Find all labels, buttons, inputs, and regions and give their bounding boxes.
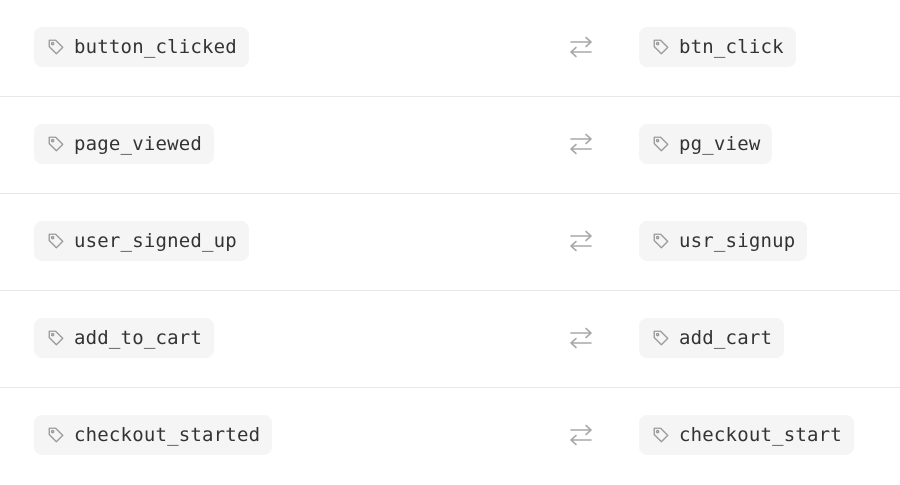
arrows-swap-icon [568,132,594,156]
source-event-tag[interactable]: checkout_started [34,415,273,455]
mapping-row: button_clicked btn_click [0,0,900,97]
tag-icon [651,328,671,348]
tag-icon [46,231,66,251]
target-event-label: btn_click [679,36,784,58]
source-event-label: add_to_cart [74,327,203,349]
mapping-row: add_to_cart add_cart [0,291,900,388]
arrows-swap-icon [568,229,594,253]
target-event-tag[interactable]: checkout_start [639,415,854,455]
source-event-label: user_signed_up [74,230,237,252]
target-event-tag[interactable]: pg_view [639,124,773,164]
tag-icon [651,134,671,154]
target-event-label: checkout_start [679,424,842,446]
arrows-swap-icon [568,326,594,350]
tag-icon [46,328,66,348]
mapping-row: checkout_started checkout_start [0,388,900,485]
source-event-tag[interactable]: page_viewed [34,124,215,164]
tag-icon [651,425,671,445]
tag-icon [651,37,671,57]
tag-icon [651,231,671,251]
mapping-row: page_viewed pg_view [0,97,900,194]
mapping-row: user_signed_up usr_signup [0,194,900,291]
source-event-label: button_clicked [74,36,237,58]
target-event-label: add_cart [679,327,773,349]
target-event-label: pg_view [679,133,761,155]
target-event-label: usr_signup [679,230,796,252]
source-event-tag[interactable]: button_clicked [34,27,249,67]
tag-icon [46,37,66,57]
arrows-swap-icon [568,35,594,59]
tag-icon [46,425,66,445]
source-event-tag[interactable]: add_to_cart [34,318,215,358]
source-event-tag[interactable]: user_signed_up [34,221,249,261]
source-event-label: checkout_started [74,424,261,446]
arrows-swap-icon [568,423,594,447]
event-mapping-list: button_clicked btn_click page_viewed pg_… [0,0,900,480]
target-event-tag[interactable]: add_cart [639,318,785,358]
target-event-tag[interactable]: usr_signup [639,221,808,261]
target-event-tag[interactable]: btn_click [639,27,796,67]
source-event-label: page_viewed [74,133,203,155]
tag-icon [46,134,66,154]
